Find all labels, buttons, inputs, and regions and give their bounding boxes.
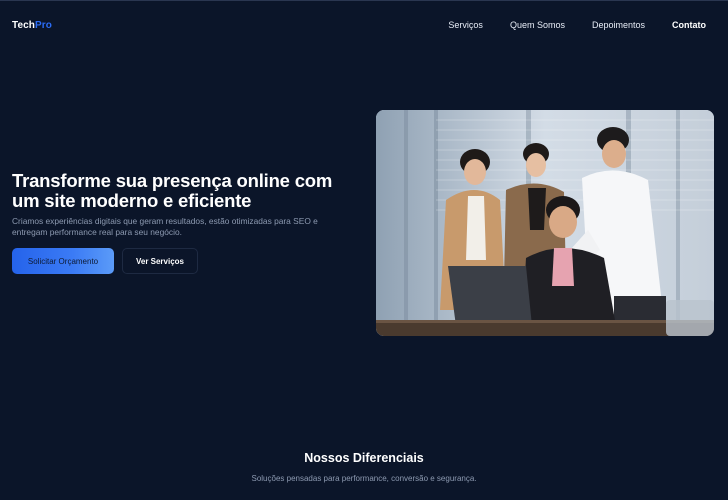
hero-image (376, 110, 714, 336)
nav-link-servicos[interactable]: Serviços (448, 20, 483, 30)
nav-link-quem-somos[interactable]: Quem Somos (510, 20, 565, 30)
team-meeting-illustration (376, 110, 714, 336)
brand-logo[interactable]: TechPro (12, 20, 52, 31)
nav-link-contato[interactable]: Contato (672, 20, 706, 30)
main-nav: Serviços Quem Somos Depoimentos Contato (421, 20, 706, 30)
request-quote-button[interactable]: Solicitar Orçamento (12, 248, 114, 274)
brand-logo-part1: Tech (12, 20, 35, 31)
hero-title: Transforme sua presença online com um si… (12, 170, 333, 211)
hero-subtitle: Criamos experiências digitais que geram … (12, 216, 318, 237)
nav-link-depoimentos[interactable]: Depoimentos (592, 20, 645, 30)
features-subtitle: Soluções pensadas para performance, conv… (251, 474, 477, 483)
view-services-button[interactable]: Ver Serviços (122, 248, 198, 274)
site-header: TechPro Serviços Quem Somos Depoimentos … (0, 0, 728, 52)
features-title: Nossos Diferenciais (304, 451, 424, 465)
brand-logo-part2: Pro (35, 20, 52, 31)
